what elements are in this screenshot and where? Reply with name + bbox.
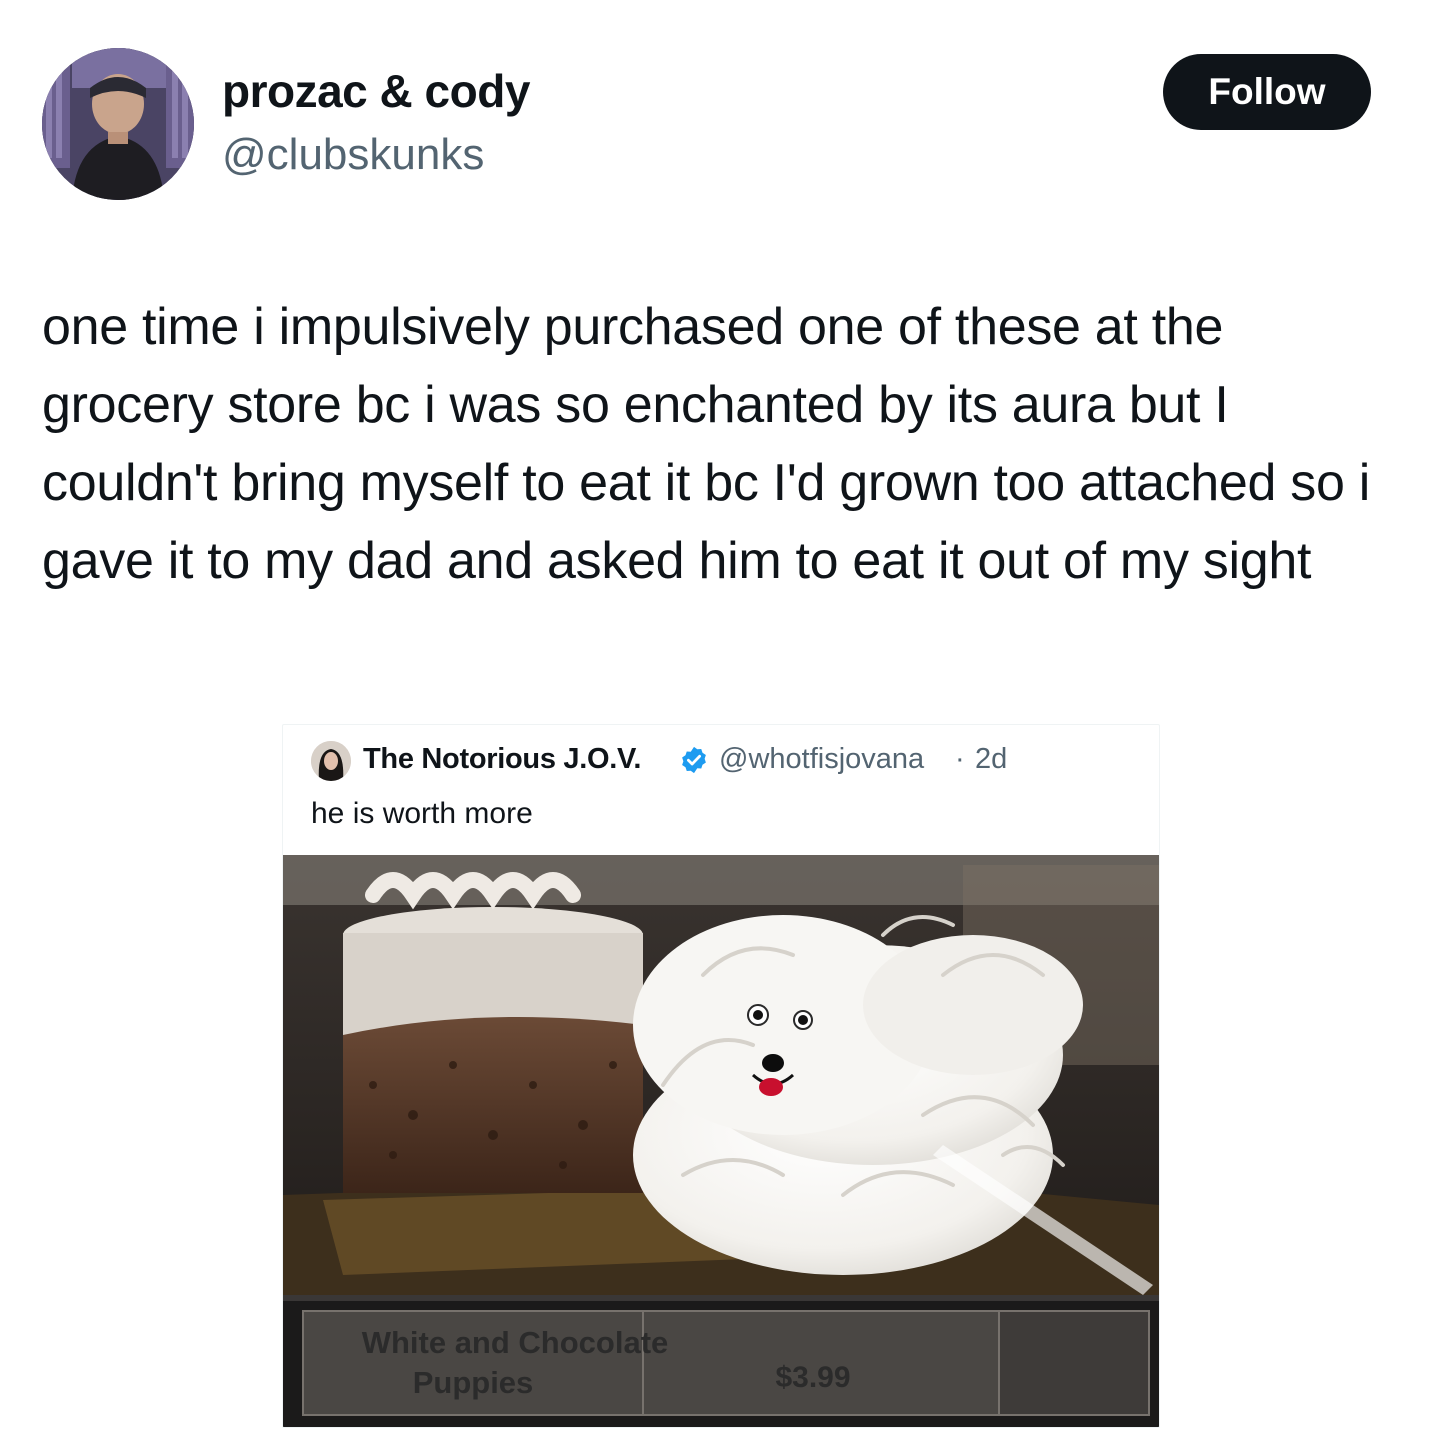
- dot-separator: ·: [955, 743, 965, 775]
- profile-photo-icon: [42, 48, 194, 200]
- product-name-line2: Puppies: [413, 1365, 534, 1400]
- author-avatar[interactable]: [42, 48, 194, 200]
- chocolate-cake: [343, 872, 643, 1193]
- tweet-text: one time i impulsively purchased one of …: [42, 298, 1370, 590]
- puppy-cake: [633, 915, 1083, 1275]
- author-display-name[interactable]: prozac & cody: [222, 64, 530, 118]
- quoted-timestamp[interactable]: 2d: [975, 743, 1007, 776]
- author-handle[interactable]: @clubskunks: [222, 130, 484, 180]
- quoted-profile-photo-icon: [311, 741, 351, 781]
- quoted-handle[interactable]: @whotfisjovana: [719, 743, 924, 776]
- quoted-tweet-text: he is worth more: [311, 797, 533, 830]
- verified-badge-icon: [682, 746, 706, 774]
- quoted-tweet-photo[interactable]: White and Chocolate Puppies $3.99: [283, 855, 1159, 1427]
- product-name-line1: White and Chocolate: [362, 1325, 669, 1360]
- product-price: $3.99: [775, 1361, 850, 1394]
- quoted-display-name[interactable]: The Notorious J.O.V.: [363, 743, 641, 776]
- follow-button[interactable]: Follow: [1163, 54, 1371, 130]
- quoted-author-avatar[interactable]: [311, 741, 351, 781]
- quoted-tweet-card[interactable]: The Notorious J.O.V. @whotfisjovana · 2d…: [282, 724, 1160, 1428]
